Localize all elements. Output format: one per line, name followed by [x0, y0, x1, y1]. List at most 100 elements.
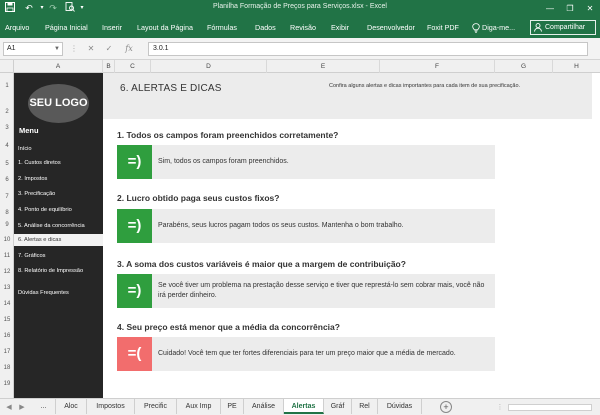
column-header[interactable]: A: [14, 60, 103, 73]
alert-answer: Se você tiver um problema na prestação d…: [152, 274, 495, 308]
sheet-tab-analise[interactable]: Análise: [244, 399, 284, 414]
sheet-tab-pe[interactable]: PE: [221, 399, 244, 414]
alert-question: 1. Todos os campos foram preenchidos cor…: [117, 130, 339, 140]
tab-pagina-inicial[interactable]: Página Inicial: [45, 17, 88, 38]
name-box[interactable]: A1 ▼: [3, 42, 63, 56]
formula-input[interactable]: 3.0.1: [148, 42, 588, 56]
alert-answer-text: Sim, todos os campos foram preenchidos.: [158, 158, 289, 165]
company-logo: SEU LOGO: [28, 84, 89, 123]
happy-face-icon: =): [117, 145, 152, 179]
function-icon[interactable]: fx: [122, 43, 136, 55]
row-header[interactable]: 3: [0, 125, 14, 131]
menu-item-relatorio-de-impressao[interactable]: 8. Relatório de Impressão: [14, 265, 103, 277]
tab-formulas[interactable]: Fórmulas: [207, 17, 237, 38]
page-title: 6. ALERTAS E DICAS: [120, 83, 222, 94]
row-header[interactable]: 8: [0, 210, 14, 216]
sheet-tab-aloc[interactable]: Aloc: [56, 399, 87, 414]
sheet-tab-precific[interactable]: Precific: [135, 399, 177, 414]
restore-button[interactable]: ❐: [560, 0, 580, 17]
scroll-left-icon[interactable]: ◀: [3, 401, 15, 414]
menu-panel: SEU LOGO Menu Início 1. Custos diretos 2…: [14, 73, 103, 398]
column-header[interactable]: F: [380, 60, 495, 73]
menu-item-inicio[interactable]: Início: [14, 143, 103, 155]
select-all-corner[interactable]: [0, 60, 14, 73]
alert-answer-text: Parabéns, seus lucros pagam todos os seu…: [158, 222, 404, 229]
sheet-tab-impostos[interactable]: Impostos: [87, 399, 135, 414]
row-header[interactable]: 14: [0, 301, 14, 307]
alert-question: 2. Lucro obtido paga seus custos fixos?: [117, 193, 280, 203]
row-header[interactable]: 1: [0, 83, 14, 89]
tab-desenvolvedor[interactable]: Desenvolvedor: [367, 17, 415, 38]
tell-me-search[interactable]: Diga-me...: [482, 17, 515, 38]
page-subtitle: Confira alguns alertas e dicas important…: [329, 83, 521, 89]
happy-face-icon: =): [117, 209, 152, 243]
sheet-tabs-bar: ◀ ▶ ... Aloc Impostos Precific Aux Imp P…: [0, 398, 600, 415]
row-header[interactable]: 10: [0, 237, 14, 243]
row-header[interactable]: 12: [0, 269, 14, 275]
alert-question: 3. A soma dos custos variáveis é maior q…: [117, 259, 406, 269]
chevron-down-icon[interactable]: ▼: [54, 43, 60, 55]
menu-item-duvidas-frequentes[interactable]: Dúvidas Frequentes: [14, 287, 103, 299]
happy-face-icon: =): [117, 274, 152, 308]
add-sheet-icon[interactable]: +: [440, 401, 452, 413]
more-sheets-button[interactable]: ...: [32, 399, 56, 414]
share-label: Compartilhar: [545, 24, 586, 31]
row-header[interactable]: 17: [0, 349, 14, 355]
column-header[interactable]: C: [115, 60, 151, 73]
tab-inserir[interactable]: Inserir: [102, 17, 122, 38]
sheet-tab-rel[interactable]: Rel: [352, 399, 378, 414]
lightbulb-icon: [472, 17, 480, 38]
title-bar: ↶ ▾ ↷ ▾ Planilha Formação de Preços para…: [0, 0, 600, 17]
close-button[interactable]: ✕: [580, 0, 600, 17]
column-header[interactable]: E: [267, 60, 380, 73]
menu-item-ponto-de-equilibrio[interactable]: 4. Ponto de equilíbrio: [14, 204, 103, 216]
row-header[interactable]: 15: [0, 317, 14, 323]
sad-face-icon: =(: [117, 337, 152, 371]
row-header[interactable]: 7: [0, 194, 14, 200]
menu-item-graficos[interactable]: 7. Gráficos: [14, 250, 103, 262]
column-header[interactable]: D: [151, 60, 267, 73]
row-header[interactable]: 9: [0, 222, 14, 228]
column-header[interactable]: G: [495, 60, 553, 73]
alert-answer: Parabéns, seus lucros pagam todos os seu…: [152, 209, 495, 243]
row-header[interactable]: 5: [0, 161, 14, 167]
tab-arquivo[interactable]: Arquivo: [5, 17, 29, 38]
scroll-right-icon[interactable]: ▶: [16, 401, 28, 414]
row-header[interactable]: 13: [0, 285, 14, 291]
sheet-tab-alertas[interactable]: Alertas: [284, 399, 324, 414]
row-header[interactable]: 19: [0, 381, 14, 387]
column-header[interactable]: B: [103, 60, 115, 73]
check-icon[interactable]: ✓: [104, 43, 114, 55]
row-header[interactable]: 6: [0, 177, 14, 183]
tab-exibir[interactable]: Exibir: [331, 17, 349, 38]
menu-item-impostos[interactable]: 2. Impostos: [14, 173, 103, 185]
tab-dados[interactable]: Dados: [255, 17, 276, 38]
cancel-icon[interactable]: ✕: [86, 43, 96, 55]
tab-layout-da-pagina[interactable]: Layout da Página: [137, 17, 193, 38]
ribbon-tabs: Arquivo Página Inicial Inserir Layout da…: [0, 17, 600, 38]
drag-handle-icon[interactable]: ⋮: [70, 43, 78, 55]
column-header[interactable]: H: [553, 60, 600, 73]
row-header[interactable]: 18: [0, 365, 14, 371]
row-header[interactable]: 2: [0, 109, 14, 115]
page-header: 6. ALERTAS E DICAS Confira alguns alerta…: [103, 73, 592, 119]
sheet-tab-aux-imp[interactable]: Aux Imp: [177, 399, 221, 414]
menu-title: Menu: [19, 126, 39, 135]
minimize-button[interactable]: —: [540, 0, 560, 17]
alert-answer-text: Se você tiver um problema na prestação d…: [158, 282, 485, 299]
sheet-tab-duvidas[interactable]: Dúvidas: [378, 399, 422, 414]
tab-split-handle[interactable]: ⋮: [494, 401, 506, 414]
tab-foxit-pdf[interactable]: Foxit PDF: [427, 17, 459, 38]
horizontal-scrollbar[interactable]: [508, 404, 592, 411]
share-button[interactable]: Compartilhar: [530, 20, 596, 35]
menu-item-custos-diretos[interactable]: 1. Custos diretos: [14, 157, 103, 169]
menu-item-analise-da-concorrencia[interactable]: 5. Análise da concorrência: [14, 220, 103, 232]
row-header[interactable]: 11: [0, 253, 14, 259]
menu-item-precificacao[interactable]: 3. Precificação: [14, 188, 103, 200]
menu-item-alertas-e-dicas[interactable]: 6. Alertas e dicas: [14, 234, 103, 246]
tab-revisao[interactable]: Revisão: [290, 17, 316, 38]
row-header[interactable]: 16: [0, 333, 14, 339]
sheet-tab-graf[interactable]: Gráf: [324, 399, 352, 414]
alert-question: 4. Seu preço está menor que a média da c…: [117, 322, 340, 332]
row-header[interactable]: 4: [0, 143, 14, 149]
